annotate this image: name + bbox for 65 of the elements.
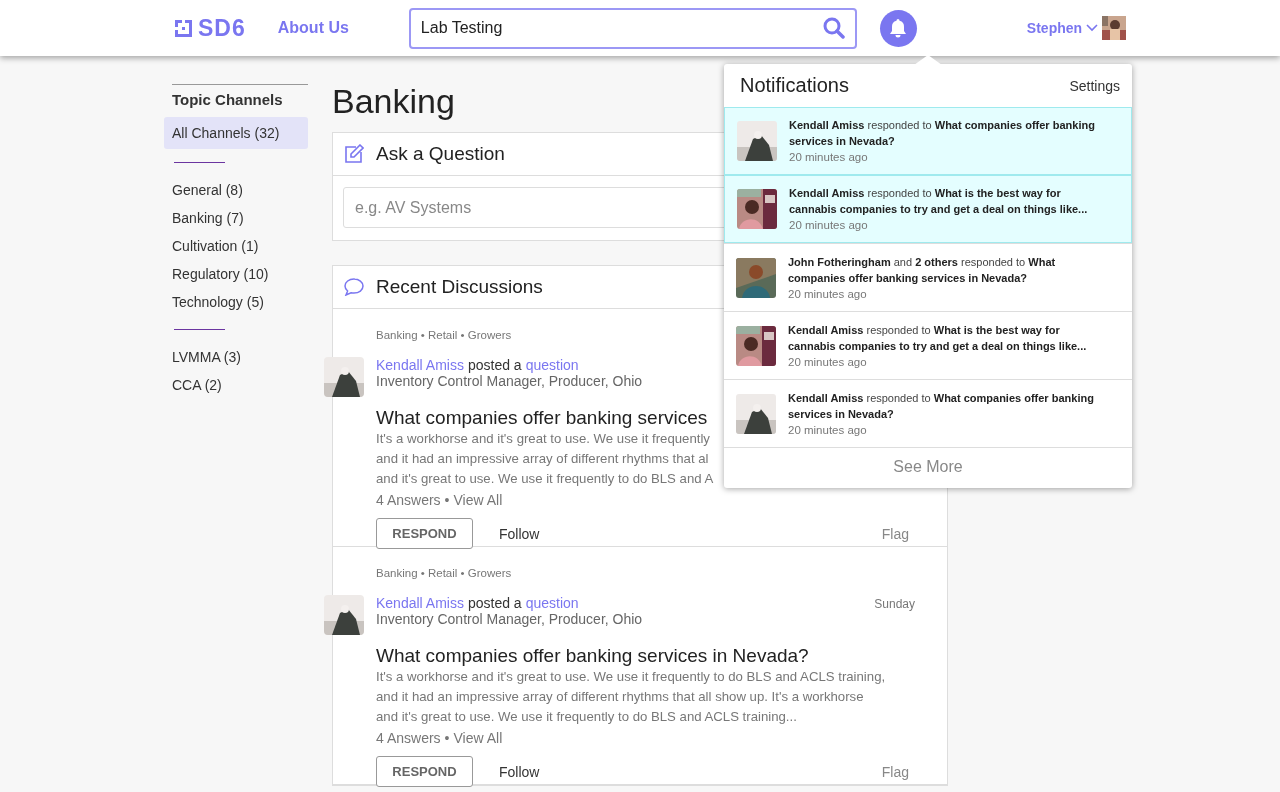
post-title[interactable]: What companies offer banking services in Nevada? xyxy=(376,645,809,667)
respond-button[interactable]: RESPOND xyxy=(376,518,473,549)
follow-button[interactable]: Follow xyxy=(493,524,546,543)
view-all-link[interactable]: View All xyxy=(453,730,503,746)
channel-item[interactable]: Regulatory (10) xyxy=(164,260,308,288)
post-date: Sunday xyxy=(874,597,915,611)
search-field[interactable]: Lab Testing xyxy=(408,7,857,49)
notification-text: John Fotheringham and 2 others responded to What companies offer banking services in Nevada? xyxy=(788,254,1057,286)
notification-item[interactable]: Kendall Amiss responded to What is the best way for cannabis companies to try and get a deal on things like... 20 minutes ago xyxy=(724,175,1132,243)
notification-item[interactable]: Kendall Amiss responded to What companies offer banking services in Nevada? 20 minutes ago xyxy=(724,379,1132,447)
logo-text[interactable]: SD6 xyxy=(198,14,246,42)
see-more-link[interactable]: See More xyxy=(724,447,1132,488)
notification-text: Kendall Amiss responded to What is the best way for cannabis companies to try and get a deal on things like... xyxy=(788,322,1088,354)
answer-count: 4 Answers xyxy=(376,730,441,746)
channel-item[interactable]: Cultivation (1) xyxy=(164,232,308,260)
notification-item[interactable]: Kendall Amiss responded to What companies offer banking services in Nevada? 20 minutes ago xyxy=(724,107,1132,175)
bell-icon xyxy=(888,18,909,38)
channel-item[interactable]: LVMMA (3) xyxy=(164,343,308,371)
author-link[interactable]: Kendall Amiss xyxy=(376,595,464,611)
flag-button[interactable]: Flag xyxy=(875,762,915,781)
post-action: posted a xyxy=(467,357,522,373)
notification-text: Kendall Amiss responded to What companies offer banking services in Nevada? xyxy=(789,118,1096,149)
search-icon[interactable] xyxy=(822,16,845,39)
author-link[interactable]: Kendall Amiss xyxy=(376,357,464,373)
author-role: Inventory Control Manager, Producer, Ohio xyxy=(376,373,644,389)
flag-button[interactable]: Flag xyxy=(875,524,915,543)
view-all-link[interactable]: View All xyxy=(453,492,503,508)
settings-link[interactable]: Settings xyxy=(1069,77,1120,94)
follow-button[interactable]: Follow xyxy=(493,762,546,781)
answer-count: 4 Answers xyxy=(376,492,441,508)
post-tags: Banking • Retail • Growers xyxy=(376,567,512,585)
channel-item[interactable]: All Channels (32) xyxy=(164,117,308,149)
post-excerpt: It's a workhorse and it's great to use. We use it frequently and it had an impressive array of different rhythms that al and it's great to use. We use it frequently to do BLS and A xyxy=(376,430,714,488)
post-excerpt: It's a workhorse and it's great to use. We use it frequently to do BLS and ACLS training, and it had an impressive array of different rhythms that all show up. It's a workhorse and it's great to use. We use it frequently to do BLS and ACLS training... xyxy=(376,668,886,726)
post-title[interactable]: What companies offer banking services xyxy=(376,407,708,429)
notification-button[interactable] xyxy=(879,9,917,47)
post-tags: Banking • Retail • Growers xyxy=(376,329,512,347)
notification-time: 20 minutes ago xyxy=(788,422,868,438)
channel-item[interactable]: Banking (7) xyxy=(164,204,308,232)
notification-item[interactable]: John Fotheringham and 2 others responded to What companies offer banking services in Nevada? 20 minutes ago xyxy=(724,243,1132,311)
author-role: Inventory Control Manager, Producer, Ohio xyxy=(376,611,644,627)
card-title: Recent Discussions xyxy=(376,276,543,298)
question-link[interactable]: question xyxy=(525,357,579,373)
edit-icon xyxy=(344,144,364,164)
speech-bubble-icon xyxy=(344,278,364,296)
notification-time: 20 minutes ago xyxy=(789,150,869,165)
post-action: posted a xyxy=(467,595,522,611)
chevron-down-icon[interactable] xyxy=(1086,24,1099,32)
nav-link[interactable]: About Us xyxy=(277,19,349,37)
respond-button[interactable]: RESPOND xyxy=(376,756,473,787)
user-menu[interactable]: Stephen xyxy=(1026,20,1083,36)
separator-dot: • xyxy=(444,730,450,746)
logo-icon xyxy=(175,19,192,37)
page-title: Banking xyxy=(332,84,455,122)
panel-title: Notifications xyxy=(740,74,849,97)
channel-item[interactable]: General (8) xyxy=(164,176,308,204)
notification-item[interactable]: Kendall Amiss responded to What is the best way for cannabis companies to try and get a deal on things like... 20 minutes ago xyxy=(724,311,1132,379)
notification-text: Kendall Amiss responded to What companies offer banking services in Nevada? xyxy=(788,390,1095,422)
separator-dot: • xyxy=(444,492,450,508)
channel-item[interactable]: CCA (2) xyxy=(164,371,308,399)
notification-time: 20 minutes ago xyxy=(788,354,868,370)
notification-time: 20 minutes ago xyxy=(788,286,868,302)
channel-item[interactable]: Technology (5) xyxy=(164,288,308,316)
card-title: Ask a Question xyxy=(376,143,505,165)
question-link[interactable]: question xyxy=(525,595,579,611)
